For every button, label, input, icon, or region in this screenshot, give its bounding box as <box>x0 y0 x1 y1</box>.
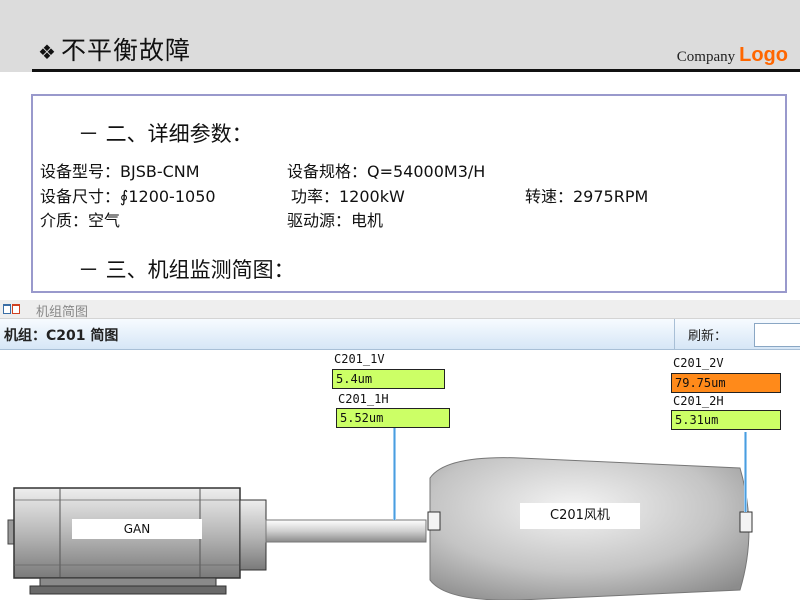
refresh-input[interactable] <box>754 323 800 347</box>
slide-title-text: 不平衡故障 <box>60 36 191 65</box>
param-speed: 转速：2975RPM <box>525 187 649 206</box>
lead-1 <box>393 428 396 520</box>
param-spec: 设备规格：Q=54000M3/H <box>287 162 486 181</box>
motor-label: GAN <box>72 519 202 539</box>
sensor-2v-value[interactable]: 79.75um <box>671 373 781 393</box>
param-drive: 驱动源：电机 <box>287 211 384 230</box>
param-model: 设备型号：BJSB-CNM <box>40 162 200 181</box>
motor <box>7 487 267 595</box>
section3-title: － 三、机组监测简图： <box>78 258 295 282</box>
window-app-icon <box>3 304 20 314</box>
sensor-1h-value[interactable]: 5.52um <box>336 408 450 428</box>
fan-label: C201风机 <box>520 503 640 529</box>
company-text: Company <box>676 49 736 65</box>
company-logo: Company Logo <box>677 44 788 67</box>
sensor-1h-label: C201_1H <box>338 392 389 406</box>
refresh-label: 刷新： <box>688 329 728 344</box>
param-medium: 介质：空气 <box>40 211 121 230</box>
sensor-1v-label: C201_1V <box>334 352 385 366</box>
sensor-2v-label: C201_2V <box>673 356 724 370</box>
sensor-1v-value[interactable]: 5.4um <box>332 369 445 389</box>
window-titlebar[interactable]: 机组简图 <box>0 300 800 320</box>
sensor-2h-value[interactable]: 5.31um <box>671 410 781 430</box>
window-title: 机组简图 <box>36 305 89 320</box>
diamond-bullet-icon: ❖ <box>38 40 57 64</box>
lead-2 <box>744 432 747 512</box>
slide-title: ❖ 不平衡故障 <box>38 31 191 67</box>
toolbar-separator <box>674 319 675 349</box>
param-power: 功率：1200kW <box>291 187 405 206</box>
sensor-2h-label: C201_2H <box>673 394 724 408</box>
toolbar: 机组：C201 简图 刷新： <box>0 319 800 350</box>
logo-text: Logo <box>739 44 788 66</box>
section2-title: － 二、详细参数： <box>78 122 253 146</box>
unit-label: 机组：C201 简图 <box>4 328 119 344</box>
param-size: 设备尺寸：∮1200-1050 <box>40 187 216 206</box>
shaft <box>265 519 427 543</box>
header-divider <box>32 69 800 72</box>
